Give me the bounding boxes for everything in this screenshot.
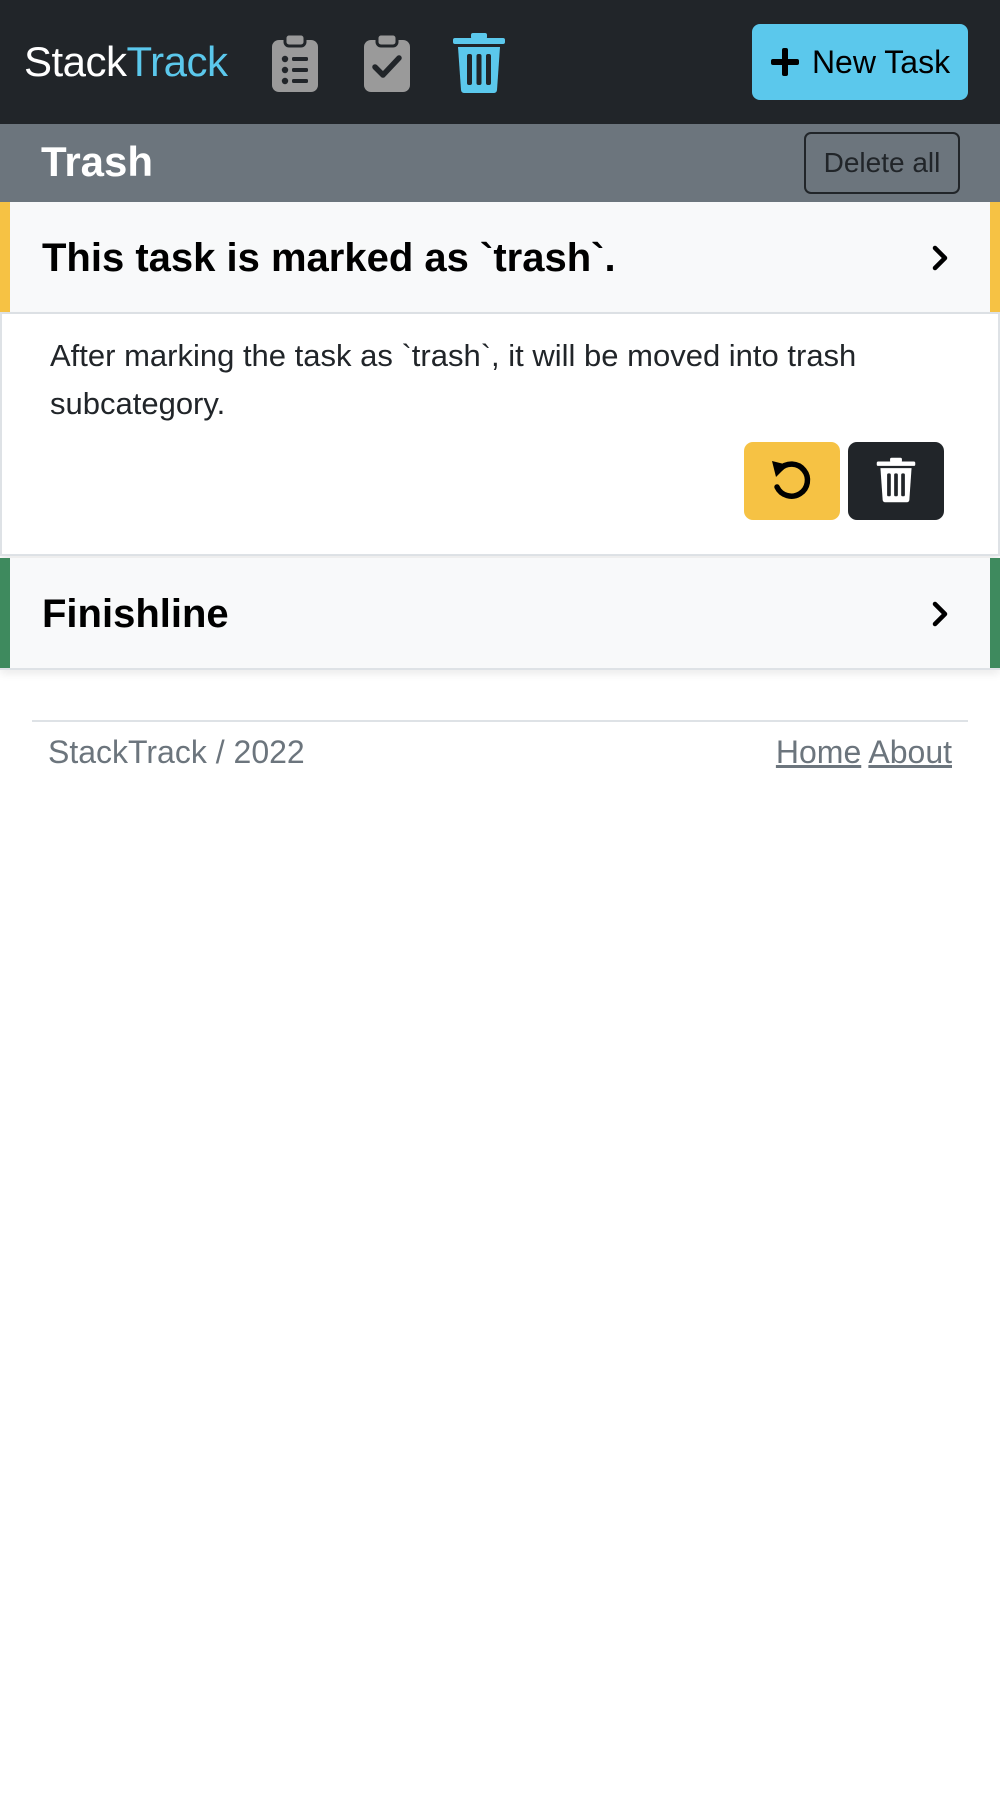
task-status-bar <box>0 202 10 312</box>
brand-part-track: Track <box>126 38 228 85</box>
task-card: Finishline <box>0 558 1000 670</box>
task-description: After marking the task as `trash`, it wi… <box>50 338 857 421</box>
top-navbar: StackTrack New Task <box>0 0 1000 124</box>
section-title: Trash <box>41 138 154 185</box>
task-title: Finishline <box>42 592 229 636</box>
trash-icon <box>876 457 916 506</box>
footer-link-home[interactable]: Home <box>776 734 861 770</box>
task-card: This task is marked as `trash`. After ma… <box>0 202 1000 556</box>
trash-icon[interactable] <box>452 32 506 94</box>
delete-permanently-button[interactable] <box>848 442 944 520</box>
chevron-right-icon[interactable] <box>930 600 952 633</box>
task-header[interactable]: This task is marked as `trash`. <box>0 202 1000 314</box>
clipboard-list-icon[interactable] <box>270 32 320 94</box>
brand-part-stack: Stack <box>24 38 127 85</box>
footer-link-about[interactable]: About <box>868 734 952 770</box>
section-header: Trash Delete all <box>0 124 1000 202</box>
task-title: This task is marked as `trash`. <box>42 236 616 280</box>
task-status-bar <box>0 558 10 668</box>
brand-logo[interactable]: StackTrack <box>24 36 228 88</box>
task-body: After marking the task as `trash`, it wi… <box>0 314 1000 556</box>
delete-all-button[interactable]: Delete all <box>804 132 960 194</box>
task-status-bar <box>990 202 1000 312</box>
footer: StackTrack / 2022 Home About <box>32 720 968 780</box>
plus-icon <box>770 47 800 77</box>
new-task-label: New Task <box>811 43 951 80</box>
footer-links: Home About <box>776 730 952 774</box>
chevron-right-icon[interactable] <box>930 244 952 277</box>
task-header[interactable]: Finishline <box>0 558 1000 670</box>
footer-copyright: StackTrack / 2022 <box>48 734 305 770</box>
task-status-bar <box>990 558 1000 668</box>
clipboard-check-icon[interactable] <box>362 32 412 94</box>
restore-icon <box>769 457 815 506</box>
restore-button[interactable] <box>744 442 840 520</box>
new-task-button[interactable]: New Task <box>752 24 968 100</box>
